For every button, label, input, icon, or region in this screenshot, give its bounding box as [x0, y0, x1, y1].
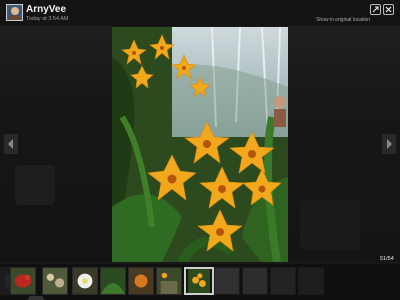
- thumbnail-9[interactable]: [214, 267, 240, 295]
- thumbnail-6[interactable]: [128, 267, 154, 295]
- viewer-header: ArnyVee Today at 3:54 AM Show in origina…: [0, 0, 400, 26]
- thumbnail-3[interactable]: [42, 267, 68, 295]
- thumbnail-2[interactable]: [10, 267, 36, 295]
- background-shape: [300, 200, 360, 250]
- filmstrip-scroll-handle[interactable]: [28, 296, 44, 300]
- popout-icon[interactable]: [370, 4, 381, 15]
- background-left: [0, 0, 112, 262]
- filmstrip: [0, 264, 400, 300]
- chevron-left-icon[interactable]: [4, 134, 18, 154]
- background-shape: [15, 165, 55, 205]
- thumbnail-active[interactable]: [184, 267, 214, 295]
- main-photo: [112, 27, 288, 262]
- thumbnail-4[interactable]: [72, 267, 98, 295]
- close-icon[interactable]: [383, 4, 394, 15]
- user-name[interactable]: ArnyVee: [26, 4, 66, 15]
- thumbnail-11[interactable]: [270, 267, 296, 295]
- thumbnail-10[interactable]: [242, 267, 268, 295]
- show-in-original-location-link[interactable]: Show in original location: [316, 17, 370, 23]
- chevron-right-icon[interactable]: [382, 134, 396, 154]
- thumbnail-5[interactable]: [100, 267, 126, 295]
- thumbnail-7[interactable]: [156, 267, 182, 295]
- thumbnail-12[interactable]: [298, 267, 324, 295]
- avatar[interactable]: [6, 4, 23, 21]
- photo-counter: 51/54: [380, 256, 394, 262]
- photo-timestamp: Today at 3:54 AM: [26, 16, 69, 22]
